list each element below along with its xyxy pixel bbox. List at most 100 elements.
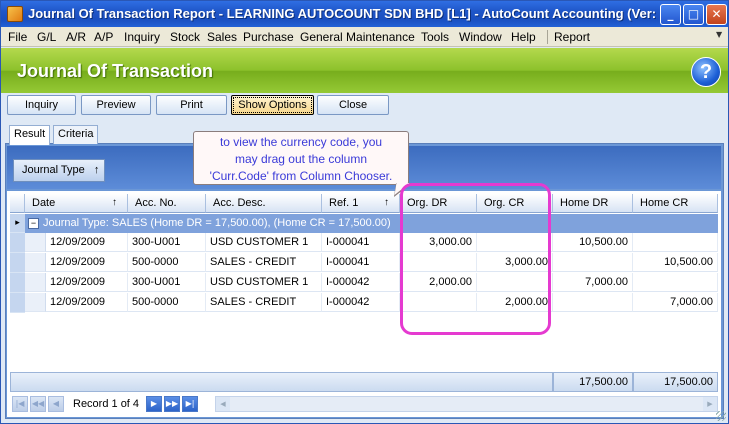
cell-home-dr[interactable]: 7,000.00: [553, 273, 633, 292]
cell-home-cr[interactable]: [633, 233, 718, 252]
preview-button[interactable]: Preview: [81, 95, 151, 115]
app-icon: [7, 6, 23, 22]
inquiry-button[interactable]: Inquiry: [7, 95, 76, 115]
row-indicator-icon[interactable]: ▸: [10, 214, 25, 233]
column-header-home-cr[interactable]: Home CR: [633, 194, 718, 213]
page-header: Journal Of Transaction: [1, 48, 728, 93]
sort-ascending-icon: ↑: [93, 164, 100, 176]
column-header-date[interactable]: Date ↑: [25, 194, 128, 213]
row-indent: [25, 233, 46, 252]
tab-result[interactable]: Result: [9, 125, 51, 145]
page-title: Journal Of Transaction: [17, 61, 214, 81]
close-button[interactable]: Close: [317, 95, 389, 115]
menu-bar: File G/L A/R A/P Inquiry Stock Sales Pur…: [1, 27, 728, 47]
scroll-left-icon[interactable]: ◀: [216, 397, 230, 411]
resize-grip-icon[interactable]: [716, 411, 726, 421]
group-row-label: Journal Type: SALES (Home DR = 17,500.00…: [43, 217, 391, 229]
column-header-acc-no[interactable]: Acc. No.: [128, 194, 206, 213]
cell-acc-desc[interactable]: SALES - CREDIT: [206, 293, 322, 312]
cell-home-dr[interactable]: 10,500.00: [553, 233, 633, 252]
cell-acc-desc[interactable]: SALES - CREDIT: [206, 253, 322, 272]
prev-page-icon[interactable]: ◀◀: [30, 396, 46, 412]
menu-sales[interactable]: Sales: [207, 30, 237, 44]
footer-home-dr-total: 17,500.00: [553, 372, 633, 392]
menu-general-maintenance[interactable]: General Maintenance: [300, 30, 415, 44]
group-row-sales[interactable]: − Journal Type: SALES (Home DR = 17,500.…: [25, 214, 718, 233]
first-record-icon[interactable]: |◀: [12, 396, 28, 412]
cell-home-cr[interactable]: 7,000.00: [633, 293, 718, 312]
row-indent: [25, 253, 46, 272]
menu-ar[interactable]: A/R: [66, 30, 86, 44]
row-indent: [25, 293, 46, 312]
minimize-button[interactable]: _: [660, 4, 681, 25]
row-indicator[interactable]: [10, 273, 25, 293]
toolbar: Inquiry Preview Print Show Options Close: [1, 94, 728, 118]
prev-record-icon[interactable]: ◀: [48, 396, 64, 412]
menu-tools[interactable]: Tools: [421, 30, 449, 44]
annotation-callout: to view the currency code, you may drag …: [193, 131, 409, 185]
menu-window[interactable]: Window: [459, 30, 502, 44]
cell-acc-no[interactable]: 500-0000: [128, 293, 206, 312]
column-header-home-dr[interactable]: Home DR: [553, 194, 633, 213]
cell-date[interactable]: 12/09/2009: [46, 293, 128, 312]
callout-line-1: to view the currency code, you: [219, 135, 383, 149]
row-indicator[interactable]: [10, 293, 25, 313]
menu-report[interactable]: Report: [554, 30, 590, 44]
cell-home-dr[interactable]: [553, 253, 633, 272]
menu-purchase[interactable]: Purchase: [243, 30, 294, 44]
cell-acc-desc[interactable]: USD CUSTOMER 1: [206, 273, 322, 292]
close-window-button[interactable]: ✕: [706, 4, 727, 25]
app-window: Journal Of Transaction Report - LEARNING…: [0, 0, 729, 424]
column-label-date: Date: [32, 197, 56, 209]
row-indicator[interactable]: [10, 233, 25, 253]
group-by-journal-type[interactable]: Journal Type ↑: [13, 159, 105, 182]
annotation-highlight-box: [400, 183, 551, 335]
cell-home-cr[interactable]: [633, 273, 718, 292]
group-by-label: Journal Type: [22, 164, 85, 176]
footer-spacer: [10, 372, 553, 392]
cell-ref1[interactable]: I-000042: [322, 293, 400, 312]
cell-acc-no[interactable]: 300-U001: [128, 233, 206, 252]
maximize-button[interactable]: □: [683, 4, 704, 25]
row-indicator-header: [10, 194, 25, 213]
callout-line-3: 'Curr.Code' from Column Chooser.: [209, 169, 393, 183]
next-page-icon[interactable]: ▶▶: [164, 396, 180, 412]
print-button[interactable]: Print: [156, 95, 227, 115]
cell-acc-no[interactable]: 500-0000: [128, 253, 206, 272]
cell-home-cr[interactable]: 10,500.00: [633, 253, 718, 272]
menu-inquiry[interactable]: Inquiry: [124, 30, 160, 44]
window-title: Journal Of Transaction Report - LEARNING…: [28, 6, 678, 21]
menu-separator: [547, 30, 548, 44]
cell-ref1[interactable]: I-000041: [322, 233, 400, 252]
column-label-ref1: Ref. 1: [329, 197, 359, 209]
cell-home-dr[interactable]: [553, 293, 633, 312]
menu-gl[interactable]: G/L: [37, 30, 56, 44]
cell-ref1[interactable]: I-000042: [322, 273, 400, 292]
tab-criteria[interactable]: Criteria: [53, 125, 99, 144]
collapse-icon[interactable]: −: [28, 218, 39, 229]
menu-scroll-icon[interactable]: ▼: [716, 30, 726, 44]
title-bar[interactable]: Journal Of Transaction Report - LEARNING…: [1, 1, 728, 27]
cell-acc-no[interactable]: 300-U001: [128, 273, 206, 292]
cell-date[interactable]: 12/09/2009: [46, 233, 128, 252]
column-header-acc-desc[interactable]: Acc. Desc.: [206, 194, 322, 213]
scroll-right-icon[interactable]: ▶: [703, 397, 717, 411]
cell-acc-desc[interactable]: USD CUSTOMER 1: [206, 233, 322, 252]
help-icon[interactable]: ?: [691, 57, 721, 87]
menu-stock[interactable]: Stock: [170, 30, 200, 44]
footer-home-cr-total: 17,500.00: [633, 372, 718, 392]
show-options-button[interactable]: Show Options: [231, 95, 314, 115]
cell-ref1[interactable]: I-000041: [322, 253, 400, 272]
menu-ap[interactable]: A/P: [94, 30, 113, 44]
last-record-icon[interactable]: ▶|: [182, 396, 198, 412]
cell-date[interactable]: 12/09/2009: [46, 253, 128, 272]
record-position-label: Record 1 of 4: [73, 398, 140, 410]
callout-line-2: may drag out the column: [234, 152, 368, 166]
horizontal-scrollbar[interactable]: ◀ ▶: [215, 396, 718, 412]
row-indicator[interactable]: [10, 253, 25, 273]
next-record-icon[interactable]: ▶: [146, 396, 162, 412]
menu-help[interactable]: Help: [511, 30, 536, 44]
cell-date[interactable]: 12/09/2009: [46, 273, 128, 292]
menu-file[interactable]: File: [8, 30, 27, 44]
row-indent: [25, 273, 46, 292]
